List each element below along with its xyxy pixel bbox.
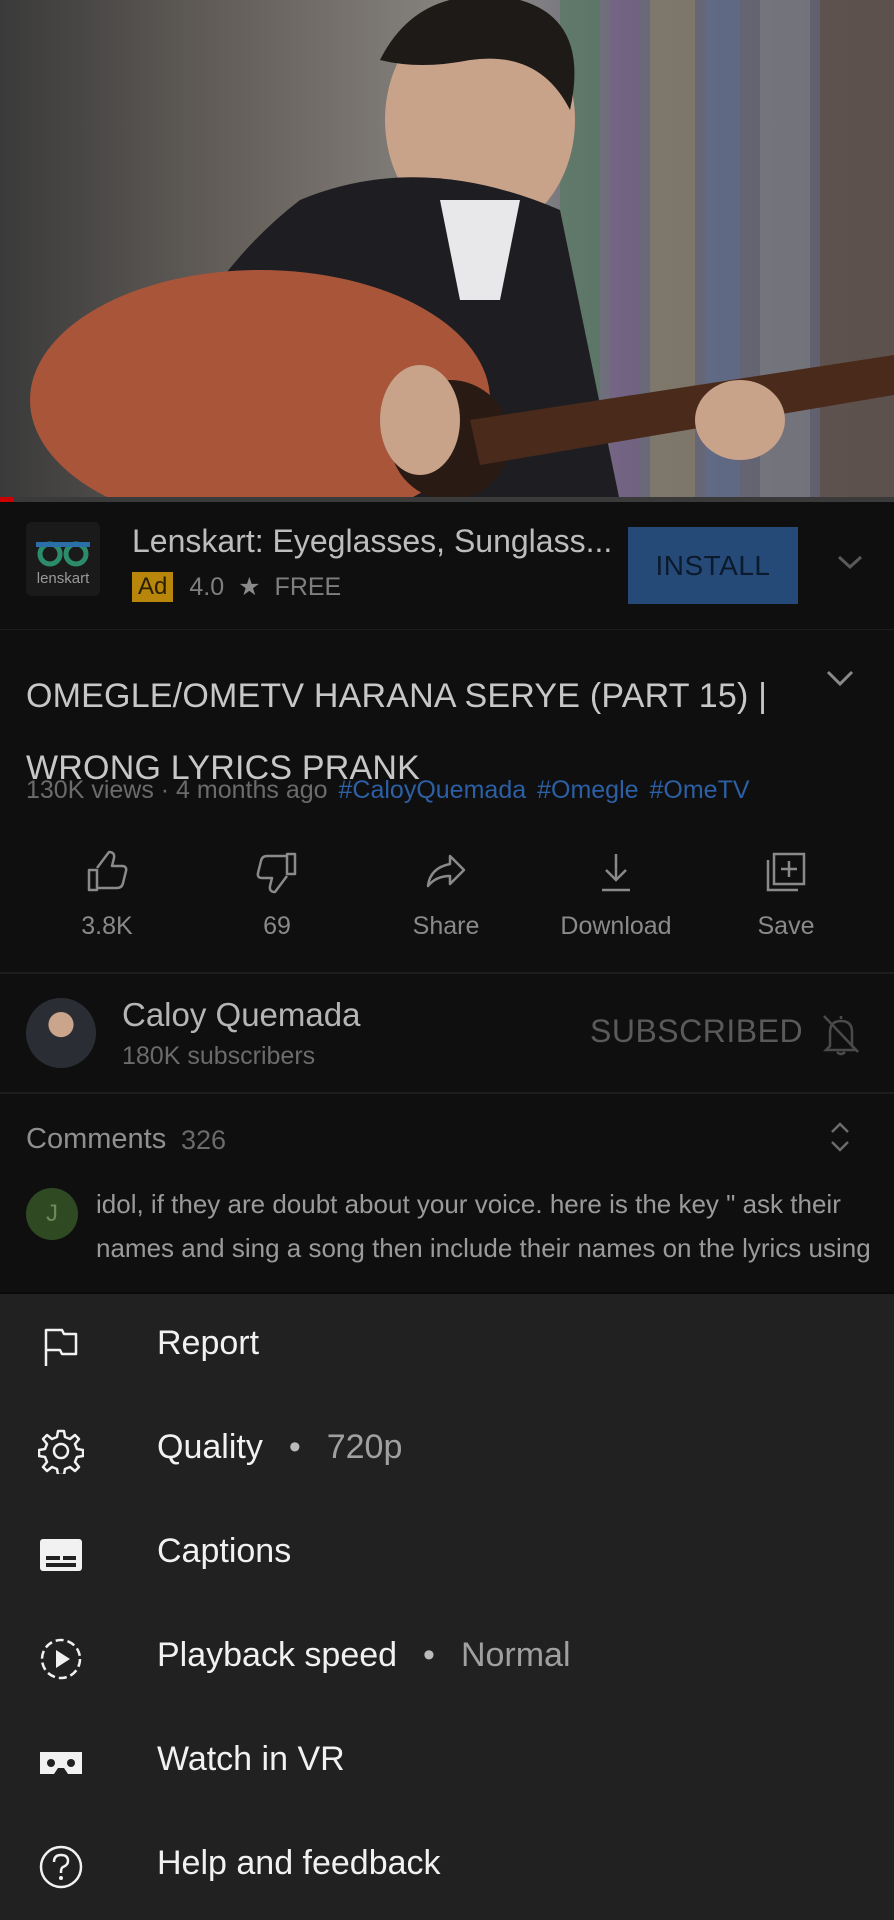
hashtag-link[interactable]: #OmeTV (650, 776, 750, 804)
thumbs-up-icon (87, 850, 128, 892)
hashtag-link[interactable]: #Omegle (537, 776, 638, 804)
hashtag-link[interactable]: #CaloyQuemada (339, 776, 527, 804)
captions-icon (40, 1539, 82, 1571)
expand-description-icon[interactable] (825, 668, 855, 688)
expand-comments-icon[interactable] (828, 1120, 852, 1154)
menu-label: Report (157, 1324, 260, 1362)
menu-item-quality[interactable]: Quality • 720p (0, 1398, 894, 1502)
help-icon (39, 1845, 83, 1889)
comments-label: Comments (26, 1123, 167, 1155)
quality-value: 720p (326, 1428, 403, 1466)
save-label: Save (757, 912, 815, 940)
flag-icon (44, 1328, 78, 1366)
channel-name[interactable]: Caloy Quemada (122, 996, 360, 1034)
playback-speed-value: Normal (460, 1636, 571, 1674)
download-label: Download (560, 912, 672, 940)
menu-item-watch-in-vr[interactable]: Watch in VR (0, 1710, 894, 1814)
commenter-avatar: J (26, 1188, 78, 1240)
star-icon: ★ (238, 573, 261, 601)
lenskart-logo: lenskart (26, 522, 100, 596)
ad-meta: Ad 4.0 ★ FREE (132, 572, 341, 602)
like-button[interactable]: 3.8K (22, 850, 192, 941)
dislike-button[interactable]: 69 (192, 850, 362, 941)
menu-label: Captions (157, 1532, 292, 1570)
notifications-off-bell-icon[interactable] (820, 1012, 862, 1056)
save-to-playlist-icon (766, 852, 806, 892)
gear-icon (38, 1429, 84, 1474)
save-button[interactable]: Save (701, 850, 871, 941)
menu-label: Watch in VR (157, 1740, 345, 1778)
video-player[interactable] (0, 0, 894, 502)
ad-price: FREE (274, 572, 342, 601)
thumbs-down-icon (256, 852, 297, 894)
share-button[interactable]: Share (361, 850, 531, 941)
subscriber-count: 180K subscribers (122, 1042, 316, 1070)
playback-speed-icon (40, 1638, 82, 1680)
download-button[interactable]: Download (531, 850, 701, 941)
dislike-count: 69 (263, 912, 291, 940)
menu-separator: • (423, 1636, 435, 1674)
ad-title[interactable]: Lenskart: Eyeglasses, Sunglass... (132, 523, 612, 560)
channel-avatar[interactable] (26, 998, 96, 1068)
comments-count: 326 (181, 1125, 227, 1155)
menu-label: Playback speed • Normal (157, 1636, 571, 1674)
ad-rating: 4.0 (189, 572, 225, 601)
menu-item-playback-speed[interactable]: Playback speed • Normal (0, 1606, 894, 1710)
ad-badge: Ad (132, 572, 174, 602)
share-icon (426, 854, 466, 888)
download-icon (602, 854, 630, 892)
views-time: 130K views · 4 months ago (26, 776, 328, 804)
video-frame (30, 0, 894, 502)
install-button[interactable]: INSTALL (628, 527, 798, 604)
like-count: 3.8K (81, 912, 133, 940)
menu-label: Quality • 720p (157, 1428, 403, 1466)
chevron-down-icon[interactable] (836, 552, 864, 572)
menu-label: Help and feedback (157, 1844, 441, 1882)
menu-item-help-and-feedback[interactable]: Help and feedback (0, 1814, 894, 1918)
overflow-menu-sheet: Report Quality • 720p Captions Playback sp… (0, 1294, 894, 1920)
subscribed-button[interactable]: SUBSCRIBED (590, 1013, 803, 1050)
menu-item-captions[interactable]: Captions (0, 1502, 894, 1606)
share-label: Share (412, 912, 480, 940)
views-and-hashtags: 130K views · 4 months ago #CaloyQuemada … (26, 776, 750, 805)
menu-item-report[interactable]: Report (0, 1294, 894, 1398)
menu-separator: • (288, 1428, 301, 1466)
ad-logo-text: lenskart (36, 570, 90, 587)
vr-headset-icon (40, 1752, 82, 1774)
